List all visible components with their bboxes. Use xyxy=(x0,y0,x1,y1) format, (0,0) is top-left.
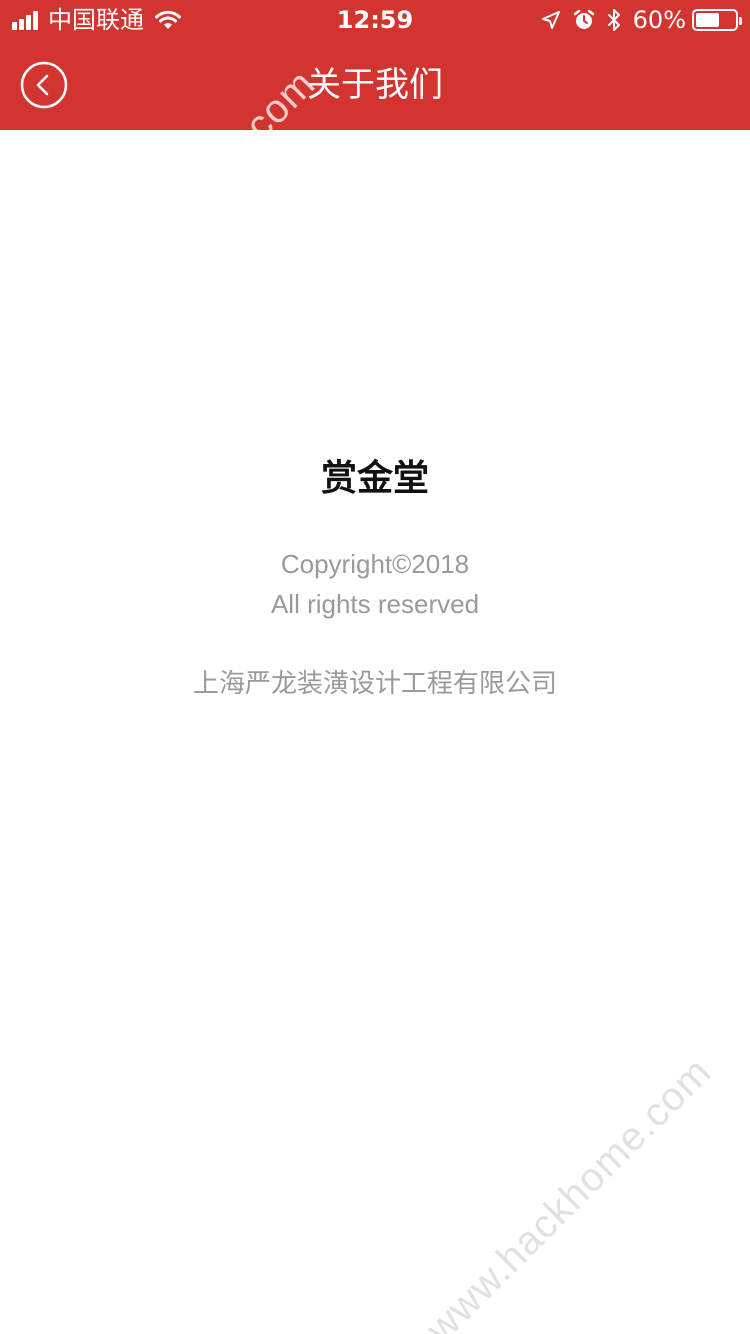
copyright-text: Copyright©2018 xyxy=(280,549,470,579)
app-name: 赏金堂 xyxy=(320,458,429,499)
battery-percent: 60% xyxy=(632,6,686,34)
about-content: 赏金堂 Copyright©2018 All rights reserved 上… xyxy=(0,130,750,1334)
page-title: 关于我们 xyxy=(307,65,443,105)
location-arrow-icon xyxy=(541,10,561,30)
rights-text: All rights reserved xyxy=(270,589,480,619)
header: 中国联通 12:59 60% 关于我们 xyxy=(0,0,750,130)
status-bar-right: 60% xyxy=(529,6,742,34)
about-screen: 中国联通 12:59 60% 关于我们 赏金堂 Copyright©2018 A… xyxy=(0,0,750,1334)
alarm-icon xyxy=(573,9,595,31)
bluetooth-icon xyxy=(607,8,621,32)
company-name: 上海严龙装潢设计工程有限公司 xyxy=(192,669,557,699)
navigation-bar: 关于我们 xyxy=(0,40,750,130)
status-bar: 中国联通 12:59 60% xyxy=(0,0,750,40)
battery-tip xyxy=(739,17,742,25)
battery-icon xyxy=(692,9,742,31)
battery-level-fill xyxy=(696,13,719,27)
